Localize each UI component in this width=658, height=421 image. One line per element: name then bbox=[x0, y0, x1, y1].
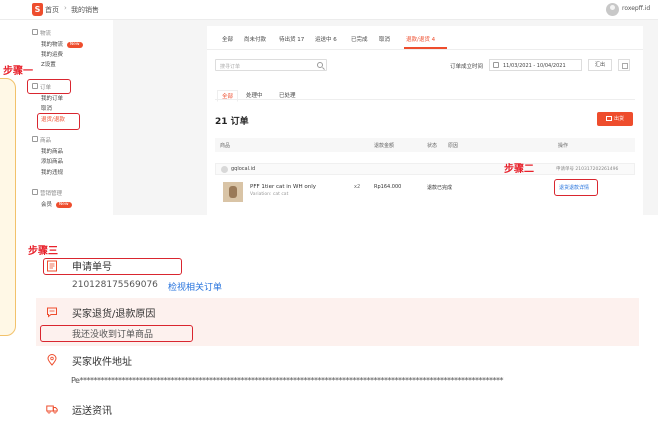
user-avatar[interactable] bbox=[606, 3, 619, 16]
sidebar-item-shipping-fee[interactable]: 我的运费 bbox=[41, 50, 63, 58]
product-thumbnail[interactable] bbox=[223, 182, 243, 202]
truck-icon bbox=[46, 405, 58, 414]
shipping-info-title: 运送资讯 bbox=[72, 406, 112, 417]
col-action: 操作 bbox=[558, 143, 569, 149]
date-filter-label: 订单成立时间 bbox=[450, 64, 484, 70]
sidebar-item-my-products[interactable]: 我的商品 bbox=[41, 147, 63, 155]
tab-shipping[interactable]: 运送中 6 bbox=[315, 35, 337, 43]
tab-cancelled[interactable]: 取消 bbox=[379, 35, 390, 43]
tab-returns[interactable]: 退款/退货 4 bbox=[406, 35, 435, 43]
tab-to-ship[interactable]: 待出货 17 bbox=[279, 35, 304, 43]
order-search-input[interactable]: 搜寻订单 bbox=[215, 59, 327, 71]
sidebar-item-settings[interactable]: Z设置 bbox=[41, 60, 56, 68]
step3-label: 步骤三 bbox=[28, 246, 58, 257]
step1-highlight-box bbox=[27, 79, 71, 94]
refund-status: 退款已完成 bbox=[427, 185, 453, 191]
sidebar-item-add-product[interactable]: 添加商品 bbox=[41, 157, 63, 165]
username[interactable]: roxepff.id bbox=[622, 5, 650, 12]
sidebar-item-violations[interactable]: 我的违规 bbox=[41, 168, 63, 176]
col-reason: 原因 bbox=[448, 143, 459, 149]
product-variation: Variation: cat cat bbox=[250, 192, 289, 197]
buyer-row: gqlocal.id 申请单号 210317202261496 bbox=[215, 163, 635, 175]
sidebar-item-cancel[interactable]: 取消 bbox=[41, 104, 52, 112]
step2-highlight-box bbox=[554, 179, 598, 196]
new-badge: New bbox=[55, 201, 72, 208]
product-name: PFF 1tier cat in WH only bbox=[250, 184, 316, 190]
request-number-title: 申请单号 bbox=[72, 262, 112, 273]
step1-label: 步骤一 bbox=[3, 66, 33, 77]
shopee-logo-icon[interactable]: S bbox=[32, 3, 43, 16]
callout-panel bbox=[0, 78, 16, 336]
reason-highlight-box bbox=[40, 325, 193, 342]
search-icon[interactable] bbox=[317, 62, 323, 68]
ship-button[interactable]: 出货 bbox=[597, 112, 633, 126]
tab-unpaid[interactable]: 尚未付款 bbox=[244, 35, 266, 43]
return-reason-title: 买家退货/退款原因 bbox=[72, 309, 156, 320]
tabs-divider bbox=[207, 49, 643, 50]
sidebar-item-my-logistics[interactable]: 我的物流 New bbox=[41, 40, 83, 48]
buyer-address-title: 买家收件地址 bbox=[72, 357, 132, 368]
subtab-all[interactable]: 全部 bbox=[217, 90, 239, 102]
tab-completed[interactable]: 已完成 bbox=[351, 35, 368, 43]
subtabs-divider bbox=[215, 99, 635, 100]
col-refund-amount: 退款金额 bbox=[374, 143, 395, 149]
sidebar-section-logistics: 物流 bbox=[40, 31, 52, 37]
table-header: 商品 退款金额 状态 原因 操作 bbox=[215, 138, 635, 152]
request-number: 申请单号 210317202261496 bbox=[556, 167, 619, 172]
sidebar-item-members[interactable]: 会员 New bbox=[41, 200, 72, 208]
export-button[interactable]: 汇出 bbox=[588, 59, 612, 71]
chat-icon bbox=[47, 307, 57, 318]
breadcrumb-separator: › bbox=[64, 4, 67, 12]
buyer-address-masked: Pe**************************************… bbox=[71, 376, 503, 385]
step2-label: 步骤二 bbox=[504, 164, 534, 175]
document-icon bbox=[47, 260, 57, 272]
refund-amount: Rp164.000 bbox=[374, 184, 402, 190]
calendar-icon bbox=[493, 62, 499, 68]
date-range-value: 11/03/2021 - 10/04/2021 bbox=[503, 63, 566, 69]
new-badge: New bbox=[66, 41, 83, 48]
date-range-picker[interactable]: 11/03/2021 - 10/04/2021 bbox=[489, 59, 582, 71]
buyer-name[interactable]: gqlocal.id bbox=[231, 166, 255, 172]
breadcrumb-page: 我的销售 bbox=[71, 6, 99, 14]
sidebar-item-my-orders[interactable]: 我的订单 bbox=[41, 94, 63, 102]
export-history-icon[interactable] bbox=[618, 59, 630, 71]
location-pin-icon bbox=[47, 354, 57, 366]
tab-all[interactable]: 全部 bbox=[222, 35, 233, 43]
sidebar-section-products: 商品 bbox=[40, 138, 52, 144]
screenshot-root: S 首页 › 我的销售 roxepff.id 物流 我的物流 New 我的运费 … bbox=[0, 0, 658, 421]
order-count-title: 21 订单 bbox=[215, 117, 249, 127]
breadcrumb-home[interactable]: 首页 bbox=[45, 5, 59, 15]
buyer-avatar bbox=[221, 166, 228, 173]
view-related-order-link[interactable]: 检视相关订单 bbox=[168, 280, 222, 293]
request-number-value: 210128175569076 bbox=[72, 280, 158, 290]
col-product: 商品 bbox=[220, 143, 231, 149]
sidebar-section-marketing: 营销管理 bbox=[40, 191, 63, 197]
col-status: 状态 bbox=[427, 143, 438, 149]
product-quantity: x2 bbox=[354, 184, 361, 190]
top-bar: S 首页 › 我的销售 roxepff.id bbox=[0, 0, 658, 20]
step1-returns-highlight-box bbox=[37, 113, 80, 130]
search-placeholder: 搜寻订单 bbox=[220, 64, 241, 70]
step3-highlight-box bbox=[43, 258, 182, 275]
